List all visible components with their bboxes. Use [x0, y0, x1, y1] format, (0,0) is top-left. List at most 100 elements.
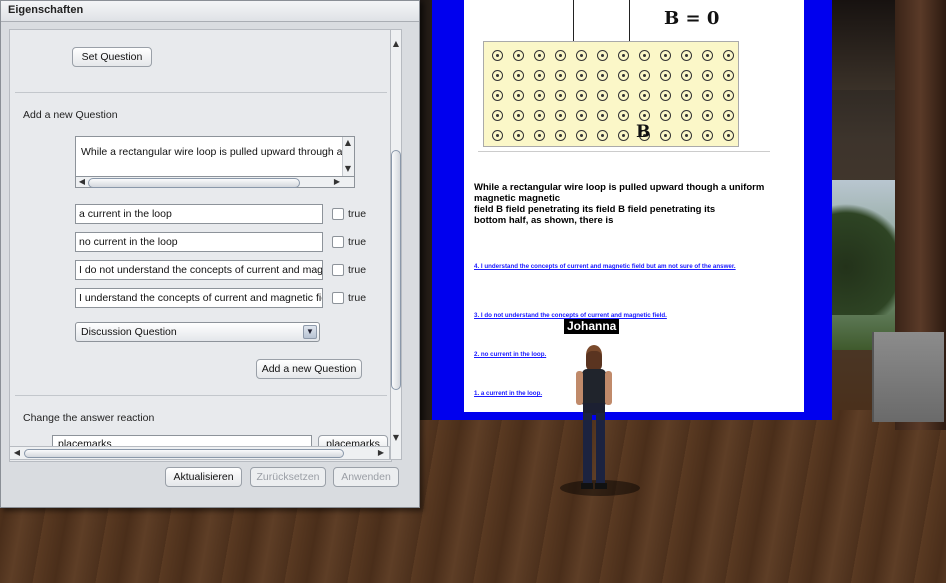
field-dot-icon: [576, 50, 587, 61]
board-divider: [478, 151, 770, 152]
field-dot-icon: [534, 90, 545, 101]
question-vscrollbar[interactable]: ▲ ▼: [342, 137, 354, 177]
answer-3-true-checkbox[interactable]: [332, 264, 344, 276]
scroll-right-icon[interactable]: ▶: [332, 176, 342, 188]
field-dot-icon: [618, 90, 629, 101]
answer-field-3[interactable]: I do not understand the concepts of curr…: [75, 260, 323, 280]
dialog-scroll-content: Set Question Add a new Question While a …: [9, 29, 392, 462]
field-dot-icon: [555, 50, 566, 61]
field-dot-icon: [660, 110, 671, 121]
field-dot-icon: [702, 90, 713, 101]
add-question-section-title: Add a new Question: [23, 109, 118, 121]
field-dot-icon: [597, 130, 608, 141]
field-dot-icon: [555, 110, 566, 121]
properties-dialog: Eigenschaften Set Question Add a new Que…: [0, 0, 420, 508]
field-dot-icon: [660, 90, 671, 101]
answer-1-true-checkbox[interactable]: [332, 208, 344, 220]
reset-button[interactable]: Zurücksetzen: [250, 467, 326, 487]
scroll-up-icon[interactable]: ▲: [391, 38, 401, 50]
dialog-footer: Aktualisieren Zurücksetzen Anwenden: [1, 461, 419, 507]
field-dot-icon: [534, 50, 545, 61]
answer-link-4[interactable]: 4. I understand the concepts of current …: [474, 263, 736, 270]
field-dot-icon: [555, 90, 566, 101]
answer-1-true-label: true: [348, 208, 367, 220]
question-hscrollbar[interactable]: ◀ ▶: [75, 176, 355, 188]
answer-field-1[interactable]: a current in the loop: [75, 204, 323, 224]
field-dot-icon: [597, 50, 608, 61]
field-dot-icon: [723, 130, 734, 141]
field-dot-icon: [618, 110, 629, 121]
scroll-left-icon[interactable]: ◀: [77, 176, 87, 188]
field-dot-icon: [492, 110, 503, 121]
answer-2-true-label: true: [348, 236, 367, 248]
dialog-title: Eigenschaften: [8, 4, 84, 16]
avatar[interactable]: [574, 343, 614, 493]
avatar-nametag: Johanna: [564, 319, 620, 334]
answer-link-3[interactable]: 3. I do not understand the concepts of c…: [474, 312, 667, 319]
field-dot-icon: [660, 50, 671, 61]
dialog-vscroll-thumb[interactable]: [391, 150, 401, 390]
field-dot-icon: [639, 50, 650, 61]
field-dot-icon: [534, 110, 545, 121]
field-dot-icon: [597, 90, 608, 101]
chevron-down-icon[interactable]: ▼: [303, 325, 317, 339]
separator: [15, 92, 387, 93]
field-dot-icon: [576, 110, 587, 121]
separator: [15, 395, 387, 396]
scroll-down-icon[interactable]: ▼: [391, 432, 401, 444]
question-hscroll-thumb[interactable]: [88, 178, 300, 188]
field-dot-icon: [576, 70, 587, 81]
answer-4-true-checkbox[interactable]: [332, 292, 344, 304]
scroll-left-icon[interactable]: ◀: [12, 447, 22, 459]
field-dot-icon: [492, 70, 503, 81]
question-type-select[interactable]: Discussion Question ▼: [75, 322, 320, 342]
update-button[interactable]: Aktualisieren: [165, 467, 242, 487]
field-dot-icon: [576, 90, 587, 101]
field-dot-icon: [576, 130, 587, 141]
field-dot-icon: [555, 130, 566, 141]
field-dot-icon: [681, 130, 692, 141]
answer-field-4[interactable]: I understand the concepts of current and…: [75, 288, 323, 308]
dialog-titlebar[interactable]: Eigenschaften: [1, 1, 419, 22]
field-dot-icon: [597, 70, 608, 81]
field-dot-icon: [681, 70, 692, 81]
field-b-label: B: [636, 122, 651, 142]
answer-link-2[interactable]: 2. no current in the loop.: [474, 351, 546, 358]
field-dot-icon: [555, 70, 566, 81]
field-dot-icon: [597, 110, 608, 121]
dialog-vscrollbar[interactable]: ▲ ▼: [390, 29, 402, 460]
field-dot-icon: [534, 70, 545, 81]
dialog-hscrollbar[interactable]: ◀ ▶: [9, 446, 390, 460]
question-type-value: Discussion Question: [81, 326, 177, 338]
field-dot-icon: [618, 130, 629, 141]
field-dot-icon: [513, 130, 524, 141]
field-dot-icon: [723, 70, 734, 81]
answer-link-1[interactable]: 1. a current in the loop.: [474, 390, 542, 397]
answer-field-2[interactable]: no current in the loop: [75, 232, 323, 252]
magnetic-field-diagram: [483, 41, 739, 147]
field-dot-icon: [681, 50, 692, 61]
answer-4-true-label: true: [348, 292, 367, 304]
set-question-button[interactable]: Set Question: [72, 47, 152, 67]
field-dot-icon: [639, 110, 650, 121]
field-dot-icon: [639, 90, 650, 101]
field-dot-icon: [513, 90, 524, 101]
scroll-up-icon[interactable]: ▲: [343, 137, 353, 149]
field-dot-icon: [702, 110, 713, 121]
apply-button[interactable]: Anwenden: [333, 467, 399, 487]
field-dot-icon: [702, 130, 713, 141]
answer-2-true-checkbox[interactable]: [332, 236, 344, 248]
field-dot-icon: [660, 130, 671, 141]
field-dot-icon: [681, 110, 692, 121]
field-dot-icon: [492, 130, 503, 141]
dialog-hscroll-thumb[interactable]: [24, 449, 344, 458]
answer-3-true-label: true: [348, 264, 367, 276]
field-dot-icon: [660, 70, 671, 81]
field-dot-icon: [534, 130, 545, 141]
field-dot-icon: [639, 70, 650, 81]
scroll-right-icon[interactable]: ▶: [376, 447, 386, 459]
add-question-button[interactable]: Add a new Question: [256, 359, 362, 379]
field-dot-icon: [723, 90, 734, 101]
field-dot-icon: [492, 90, 503, 101]
scroll-down-icon[interactable]: ▼: [343, 163, 353, 175]
